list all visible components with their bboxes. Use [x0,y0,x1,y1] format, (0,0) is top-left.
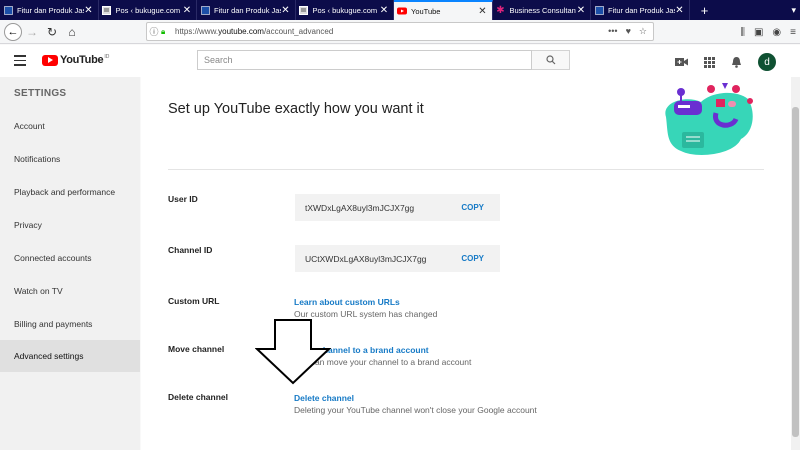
sidebar-title: SETTINGS [14,88,67,99]
close-tab-icon[interactable]: ✕ [675,5,685,16]
url-prefix: https://www. [175,27,219,36]
browser-tab-4[interactable]: Pos ‹ bukugue.com ✕ [296,0,394,20]
close-tab-icon[interactable]: ✕ [478,6,488,17]
url-text[interactable]: https://www.youtube.com/account_advanced [171,27,608,36]
sidebar-item-privacy[interactable]: Privacy [0,209,140,241]
blue-square-icon [3,5,13,15]
close-tab-icon[interactable]: ✕ [84,5,94,16]
sidebar-item-advanced-settings[interactable]: Advanced settings [0,340,140,372]
sidebar-item-notifications[interactable]: Notifications [0,143,140,175]
youtube-logo[interactable]: YouTube ID [42,54,109,66]
tab-title: Pos ‹ bukugue.com [312,5,378,15]
search-button[interactable] [532,50,570,70]
channel-id-value: UCtXWDxLgAX8uyl3mJCJX7gg [305,253,427,264]
tab-list-chevron-icon[interactable]: ▾ [791,0,796,20]
browser-tab-1[interactable]: Fitur dan Produk Jasa ✕ [0,0,99,20]
delete-channel-description: Deleting your YouTube channel won't clos… [294,405,537,415]
blue-square-icon [200,5,210,15]
star-icon: ✱ [496,4,505,16]
home-icon[interactable]: ⌂ [62,22,82,42]
library-icon[interactable]: ⫼ [740,27,745,38]
bookmark-star-icon[interactable]: ☆ [639,26,647,37]
copy-user-id-button[interactable]: COPY [461,203,484,212]
advanced-settings-panel: Set up YouTube exactly how you want it U… [141,77,791,450]
tab-title: Fitur dan Produk Jasa [214,5,281,15]
search-icon [545,55,555,65]
move-channel-label: Move channel [168,344,225,354]
avatar[interactable]: d [758,53,776,71]
youtube-header: YouTube ID Search d [0,45,800,77]
tab-title: Fitur dan Produk Jasa [17,5,84,15]
hamburger-menu-icon[interactable] [14,55,26,69]
youtube-icon [397,6,407,16]
back-arrow-icon[interactable]: ← [4,22,22,41]
notifications-bell-icon[interactable] [731,56,742,68]
reload-icon[interactable]: ↻ [42,22,62,42]
close-tab-icon[interactable]: ✕ [576,5,586,16]
user-id-value: tXWDxLgAX8uyl3mJCJX7gg [305,202,415,213]
section-divider [168,169,764,170]
create-video-icon[interactable] [675,57,688,67]
blue-square-icon [594,5,604,15]
delete-channel-link[interactable]: Delete channel [294,393,354,403]
tab-title: YouTube [411,6,441,16]
logo-text: YouTube [60,54,104,66]
info-icon[interactable]: ⓘ [147,25,161,38]
close-tab-icon[interactable]: ✕ [281,5,291,16]
browser-tab-7[interactable]: Fitur dan Produk Jasa ✕ [591,0,690,20]
tab-title: Fitur dan Produk Jasa [608,5,675,15]
sidebar-item-account[interactable]: Account [0,110,140,142]
delete-channel-label: Delete channel [168,392,228,402]
account-icon[interactable]: ◉ [772,27,781,38]
page-actions-icon[interactable]: ••• [608,26,617,37]
page-scrollbar[interactable] [791,77,800,450]
user-id-label: User ID [168,194,198,204]
close-tab-icon[interactable]: ✕ [182,5,192,16]
play-logo-icon [42,54,58,66]
custom-url-label: Custom URL [168,296,220,306]
browser-navigation-bar: ← → ↻ ⌂ ⓘ 🔒︎ https://www.youtube.com/acc… [0,20,800,44]
channel-id-label: Channel ID [168,245,213,255]
url-path: /account_advanced [263,27,334,36]
logo-region: ID [104,54,110,60]
page-title: Set up YouTube exactly how you want it [168,101,424,117]
apps-grid-icon[interactable] [704,56,715,68]
pocket-icon[interactable]: ♥ [626,26,631,37]
down-arrow-annotation-icon [255,319,331,385]
sidebar-item-connected-accounts[interactable]: Connected accounts [0,242,140,274]
sidebar-item-watch-on-tv[interactable]: Watch on TV [0,275,140,307]
browser-tab-strip: Fitur dan Produk Jasa ✕ Pos ‹ bukugue.co… [0,0,800,20]
custom-url-description: Our custom URL system has changed [294,309,438,319]
lock-icon: 🔒︎ [161,26,166,36]
robot-illustration [665,83,753,155]
close-tab-icon[interactable]: ✕ [379,5,389,16]
browser-tab-6[interactable]: ✱ Business Consultant ✕ [493,0,591,20]
menu-icon[interactable]: ≡ [790,27,796,38]
sidebar-item-billing[interactable]: Billing and payments [0,308,140,340]
sidebar-toggle-icon[interactable]: ▣ [754,27,763,38]
address-bar[interactable]: ⓘ 🔒︎ https://www.youtube.com/account_adv… [146,22,654,41]
user-id-field: tXWDxLgAX8uyl3mJCJX7gg COPY [295,194,500,221]
page-icon [102,5,112,15]
forward-arrow-icon[interactable]: → [22,22,42,42]
search-input[interactable]: Search [197,50,532,70]
browser-tab-5[interactable]: YouTube ✕ [394,0,493,20]
channel-id-field: UCtXWDxLgAX8uyl3mJCJX7gg COPY [295,245,500,272]
page-icon [299,5,309,15]
new-tab-icon[interactable]: + [696,0,714,20]
url-host: youtube.com [218,27,264,36]
copy-channel-id-button[interactable]: COPY [461,254,484,263]
scrollbar-thumb[interactable] [792,107,799,437]
tab-title: Business Consultant [509,5,577,15]
browser-tab-3[interactable]: Fitur dan Produk Jasa ✕ [197,0,296,20]
learn-custom-urls-link[interactable]: Learn about custom URLs [294,297,400,307]
browser-tab-2[interactable]: Pos ‹ bukugue.com ✕ [99,0,197,20]
sidebar-item-playback[interactable]: Playback and performance [0,176,140,208]
settings-sidebar: SETTINGS Account Notifications Playback … [0,77,140,450]
tab-title: Pos ‹ bukugue.com [115,5,181,15]
